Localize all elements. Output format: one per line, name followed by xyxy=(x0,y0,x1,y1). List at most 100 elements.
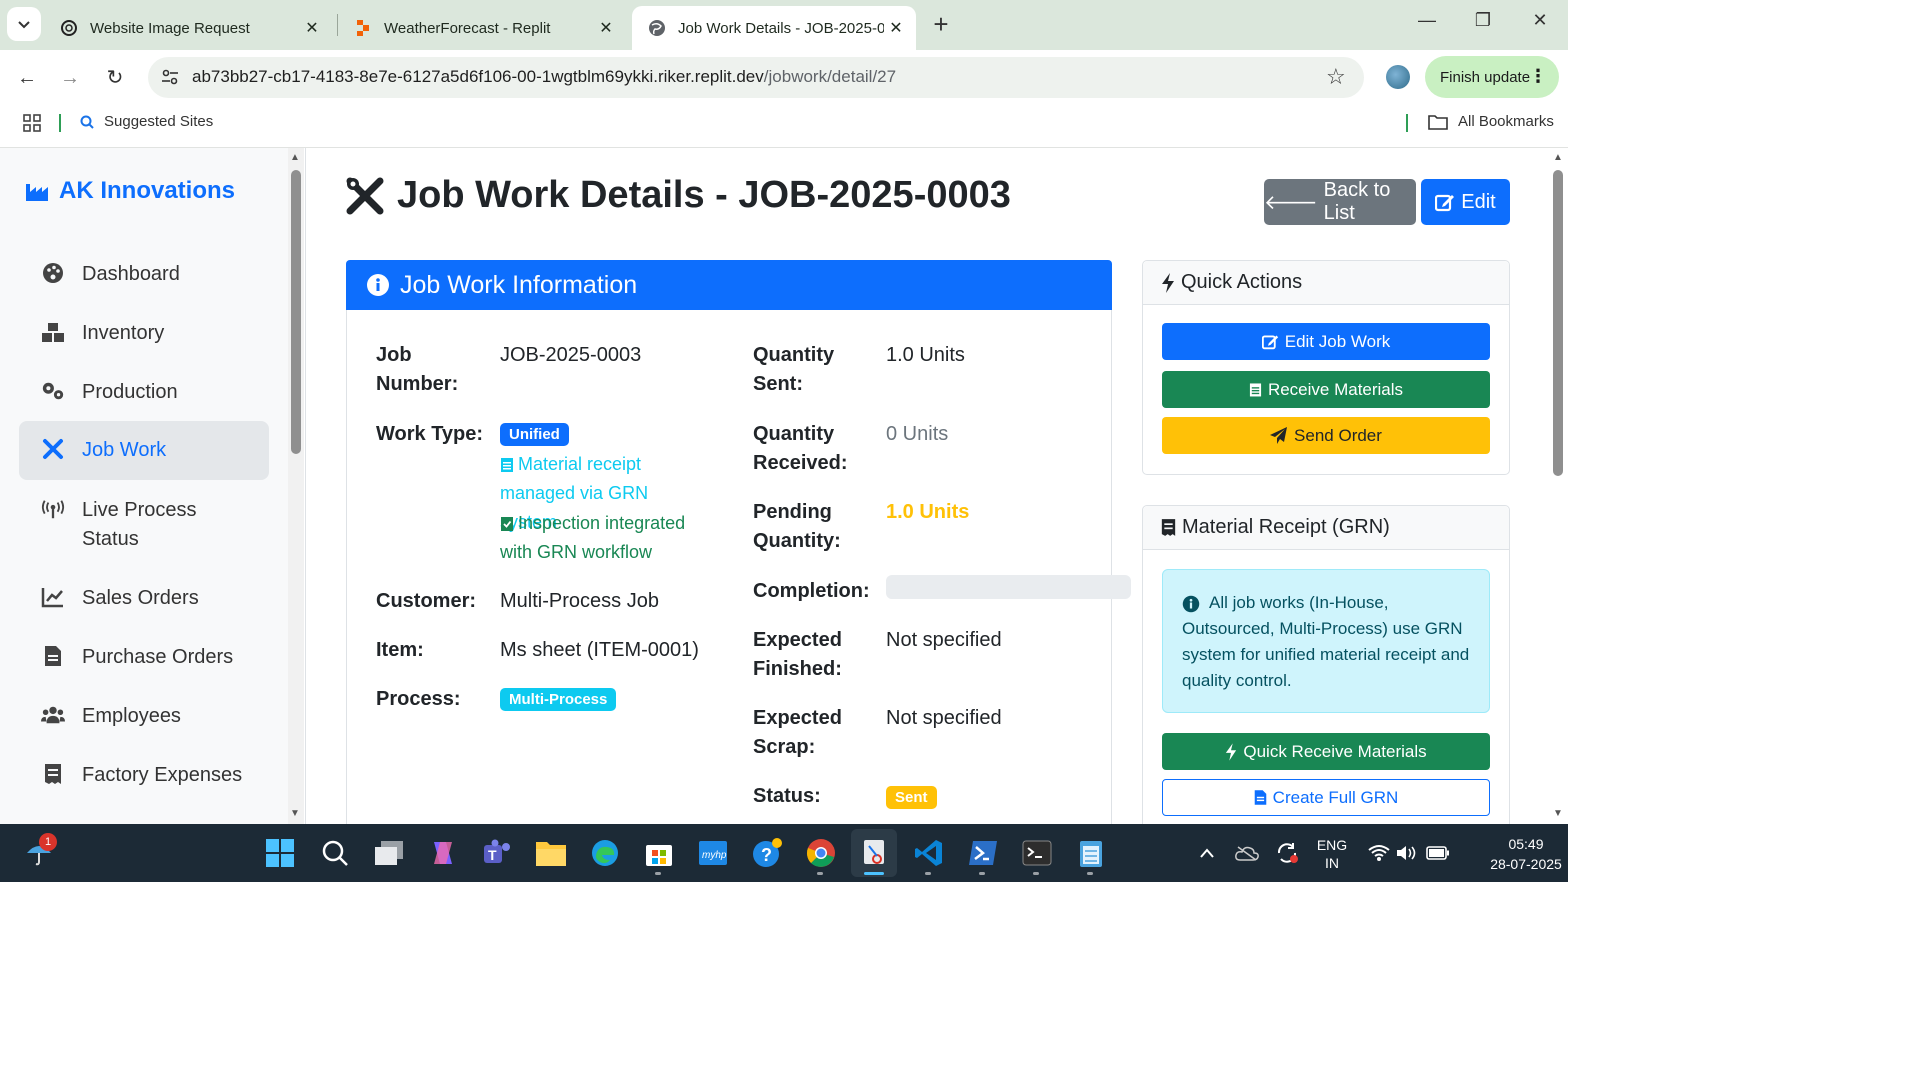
industry-icon xyxy=(26,184,48,201)
sidebar-item-sales-orders[interactable]: Sales Orders xyxy=(19,584,269,616)
quick-actions-header: Quick Actions xyxy=(1143,261,1509,305)
quantity-received-label: Quantity Received: xyxy=(753,423,848,474)
start-button[interactable] xyxy=(263,836,297,870)
receive-materials-button[interactable]: Receive Materials xyxy=(1162,371,1490,408)
tab-search-button[interactable] xyxy=(7,7,41,41)
bookmark-star-icon[interactable]: ☆ xyxy=(1326,64,1346,90)
create-full-grn-button[interactable]: Create Full GRN xyxy=(1162,779,1490,816)
vscode-icon[interactable] xyxy=(912,836,946,870)
scroll-down-icon[interactable]: ▼ xyxy=(1553,808,1563,819)
back-arrow-icon[interactable]: ← xyxy=(15,66,39,90)
suggested-sites-bookmark[interactable]: Suggested Sites xyxy=(80,113,213,130)
teams-icon[interactable]: T xyxy=(480,836,514,870)
material-receipt-header: Material Receipt (GRN) xyxy=(1143,506,1509,550)
edit-label: Edit xyxy=(1461,190,1496,213)
search-icon xyxy=(80,115,94,129)
sidebar-item-inventory[interactable]: Inventory xyxy=(19,319,269,351)
send-order-button[interactable]: Send Order xyxy=(1162,417,1490,454)
site-info-icon[interactable] xyxy=(160,67,180,87)
scroll-up-icon[interactable]: ▲ xyxy=(1553,152,1563,163)
tab-title: WeatherForecast - Replit xyxy=(384,19,551,37)
close-tab-icon[interactable]: ✕ xyxy=(884,18,908,38)
sidebar-item-label: Inventory xyxy=(82,322,165,344)
apps-grid-icon[interactable] xyxy=(22,113,42,138)
copilot-icon[interactable] xyxy=(426,836,460,870)
sidebar-scrollbar-thumb[interactable] xyxy=(291,170,301,454)
sidebar-item-purchase-orders[interactable]: Purchase Orders xyxy=(19,643,269,675)
sidebar-item-dashboard[interactable]: Dashboard xyxy=(19,260,269,292)
edit-job-work-button[interactable]: Edit Job Work xyxy=(1162,323,1490,360)
running-indicator-active xyxy=(864,872,884,875)
volume-icon[interactable] xyxy=(1394,836,1420,870)
page-title: Job Work Details - JOB-2025-0003 xyxy=(345,174,1011,217)
expected-finished-label: Expected Finished: xyxy=(753,629,842,680)
profile-avatar[interactable] xyxy=(1386,65,1410,89)
language-indicator[interactable]: ENG IN xyxy=(1312,836,1352,872)
page-scrollbar-thumb[interactable] xyxy=(1553,170,1563,476)
back-to-list-button[interactable]: 🡐 Back to List xyxy=(1264,179,1416,225)
customer-value: Multi-Process Job xyxy=(500,590,659,612)
sidebar-item-employees[interactable]: Employees xyxy=(19,702,269,734)
taskbar-search-icon[interactable] xyxy=(318,836,352,870)
close-tab-icon[interactable]: ✕ xyxy=(300,18,324,38)
svg-text:T: T xyxy=(488,847,497,863)
restore-button[interactable]: ❐ xyxy=(1463,10,1503,31)
battery-icon[interactable] xyxy=(1424,836,1452,870)
tools-icon xyxy=(41,437,65,461)
running-indicator xyxy=(925,872,931,875)
sidebar-item-production[interactable]: Production xyxy=(19,378,269,410)
forward-arrow-icon[interactable]: → xyxy=(58,66,82,90)
bolt-icon xyxy=(1226,742,1237,761)
job-work-info-header: Job Work Information xyxy=(346,260,1112,310)
close-tab-icon[interactable]: ✕ xyxy=(594,18,618,38)
file-explorer-icon[interactable] xyxy=(534,836,568,870)
job-number-value: JOB-2025-0003 xyxy=(500,344,642,366)
chrome-icon[interactable] xyxy=(804,836,838,870)
sidebar-item-label: Employees xyxy=(82,705,181,727)
region-code: IN xyxy=(1325,855,1339,871)
tab-weatherforecast[interactable]: WeatherForecast - Replit ✕ xyxy=(338,6,626,50)
chevron-up-icon[interactable] xyxy=(1192,836,1222,870)
sidebar-item-live-process-status[interactable]: Live Process Status xyxy=(19,496,269,558)
finish-update-button[interactable]: Finish update ⋮ xyxy=(1425,56,1559,98)
all-bookmarks-button[interactable]: All Bookmarks xyxy=(1428,113,1554,130)
task-view-icon[interactable] xyxy=(372,836,406,870)
send-order-label: Send Order xyxy=(1294,425,1382,445)
microsoft-store-icon[interactable] xyxy=(642,836,676,870)
edit-button[interactable]: Edit xyxy=(1421,179,1510,225)
quick-actions-title: Quick Actions xyxy=(1181,271,1303,293)
inspection-note-text: Inspection integrated with GRN workflow xyxy=(500,513,686,562)
sync-icon[interactable] xyxy=(1272,836,1302,870)
new-tab-button[interactable]: + xyxy=(926,10,956,40)
customer-label: Customer: xyxy=(376,590,477,612)
sidebar-item-job-work[interactable]: Job Work xyxy=(19,421,269,480)
svg-text:?: ? xyxy=(761,845,772,865)
wifi-icon[interactable] xyxy=(1366,836,1392,870)
sidebar-item-label: Factory Expenses xyxy=(82,764,243,786)
sidebar-item-factory-expenses[interactable]: Factory Expenses xyxy=(19,761,269,793)
clock[interactable]: 05:49 28-07-2025 xyxy=(1486,835,1566,873)
scroll-up-icon[interactable]: ▲ xyxy=(290,152,300,163)
reload-icon[interactable]: ↻ xyxy=(103,66,127,90)
folder-icon xyxy=(1428,114,1448,130)
get-help-icon[interactable]: ? xyxy=(750,836,784,870)
quantity-sent-label: Quantity Sent: xyxy=(753,344,835,395)
more-vert-icon[interactable]: ⋮ xyxy=(1529,66,1547,87)
terminal-icon[interactable] xyxy=(1020,836,1054,870)
tab-website-image-request[interactable]: Website Image Request ✕ xyxy=(44,6,332,50)
brand-logo[interactable]: AK Innovations xyxy=(25,177,235,205)
url-text[interactable]: ab73bb27-cb17-4183-8e7e-6127a5d6f106-00-… xyxy=(192,67,896,87)
snipping-tool-icon[interactable] xyxy=(858,836,892,870)
tab-job-work-details[interactable]: Job Work Details - JOB-2025-00 ✕ xyxy=(632,6,916,50)
minimize-button[interactable]: — xyxy=(1407,10,1447,31)
onedrive-icon[interactable] xyxy=(1232,836,1262,870)
scroll-down-icon[interactable]: ▼ xyxy=(290,808,300,819)
quick-receive-materials-button[interactable]: Quick Receive Materials xyxy=(1162,733,1490,770)
powershell-icon[interactable] xyxy=(966,836,1000,870)
close-window-button[interactable]: ✕ xyxy=(1520,10,1560,31)
myhp-icon[interactable]: myhp xyxy=(696,836,730,870)
file-invoice-icon xyxy=(1254,790,1266,805)
edge-icon[interactable] xyxy=(588,836,622,870)
notepad-icon[interactable] xyxy=(1074,836,1108,870)
page-title-text: Job Work Details - JOB-2025-0003 xyxy=(397,174,1011,216)
